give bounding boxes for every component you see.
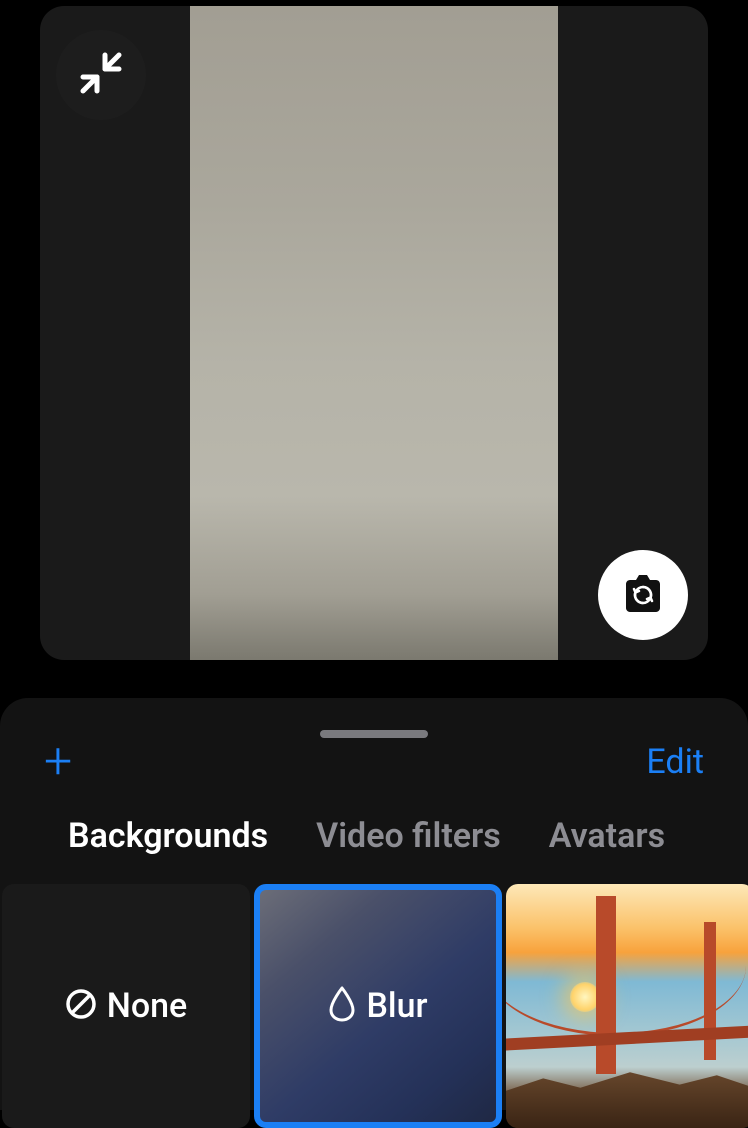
sheet-header: + Edit: [0, 726, 748, 798]
option-label: None: [107, 986, 188, 1026]
background-option-blur[interactable]: Blur: [254, 884, 502, 1128]
background-option-none[interactable]: None: [2, 884, 250, 1128]
edit-button[interactable]: Edit: [646, 742, 704, 782]
bridge-image-thumbnail: [506, 884, 748, 1128]
tab-avatars[interactable]: Avatars: [549, 816, 665, 856]
background-option-image[interactable]: [506, 884, 748, 1128]
blur-icon: [328, 986, 356, 1026]
tab-video-filters[interactable]: Video filters: [316, 816, 501, 856]
effects-bottom-sheet: + Edit Backgrounds Video filters Avatars…: [0, 698, 748, 1110]
tab-backgrounds[interactable]: Backgrounds: [68, 816, 268, 856]
background-options-row[interactable]: None Blur: [0, 884, 748, 1128]
video-preview-card: [40, 6, 708, 660]
option-label: Blur: [366, 986, 427, 1026]
flip-camera-button[interactable]: [598, 550, 688, 640]
add-button[interactable]: +: [44, 737, 72, 787]
flip-camera-icon: [620, 572, 666, 618]
minimize-icon: [77, 49, 125, 101]
camera-feed: [190, 6, 558, 660]
plus-icon: +: [44, 733, 72, 791]
none-icon: [65, 988, 97, 1024]
tabs-row: Backgrounds Video filters Avatars: [0, 798, 748, 884]
minimize-button[interactable]: [56, 30, 146, 120]
